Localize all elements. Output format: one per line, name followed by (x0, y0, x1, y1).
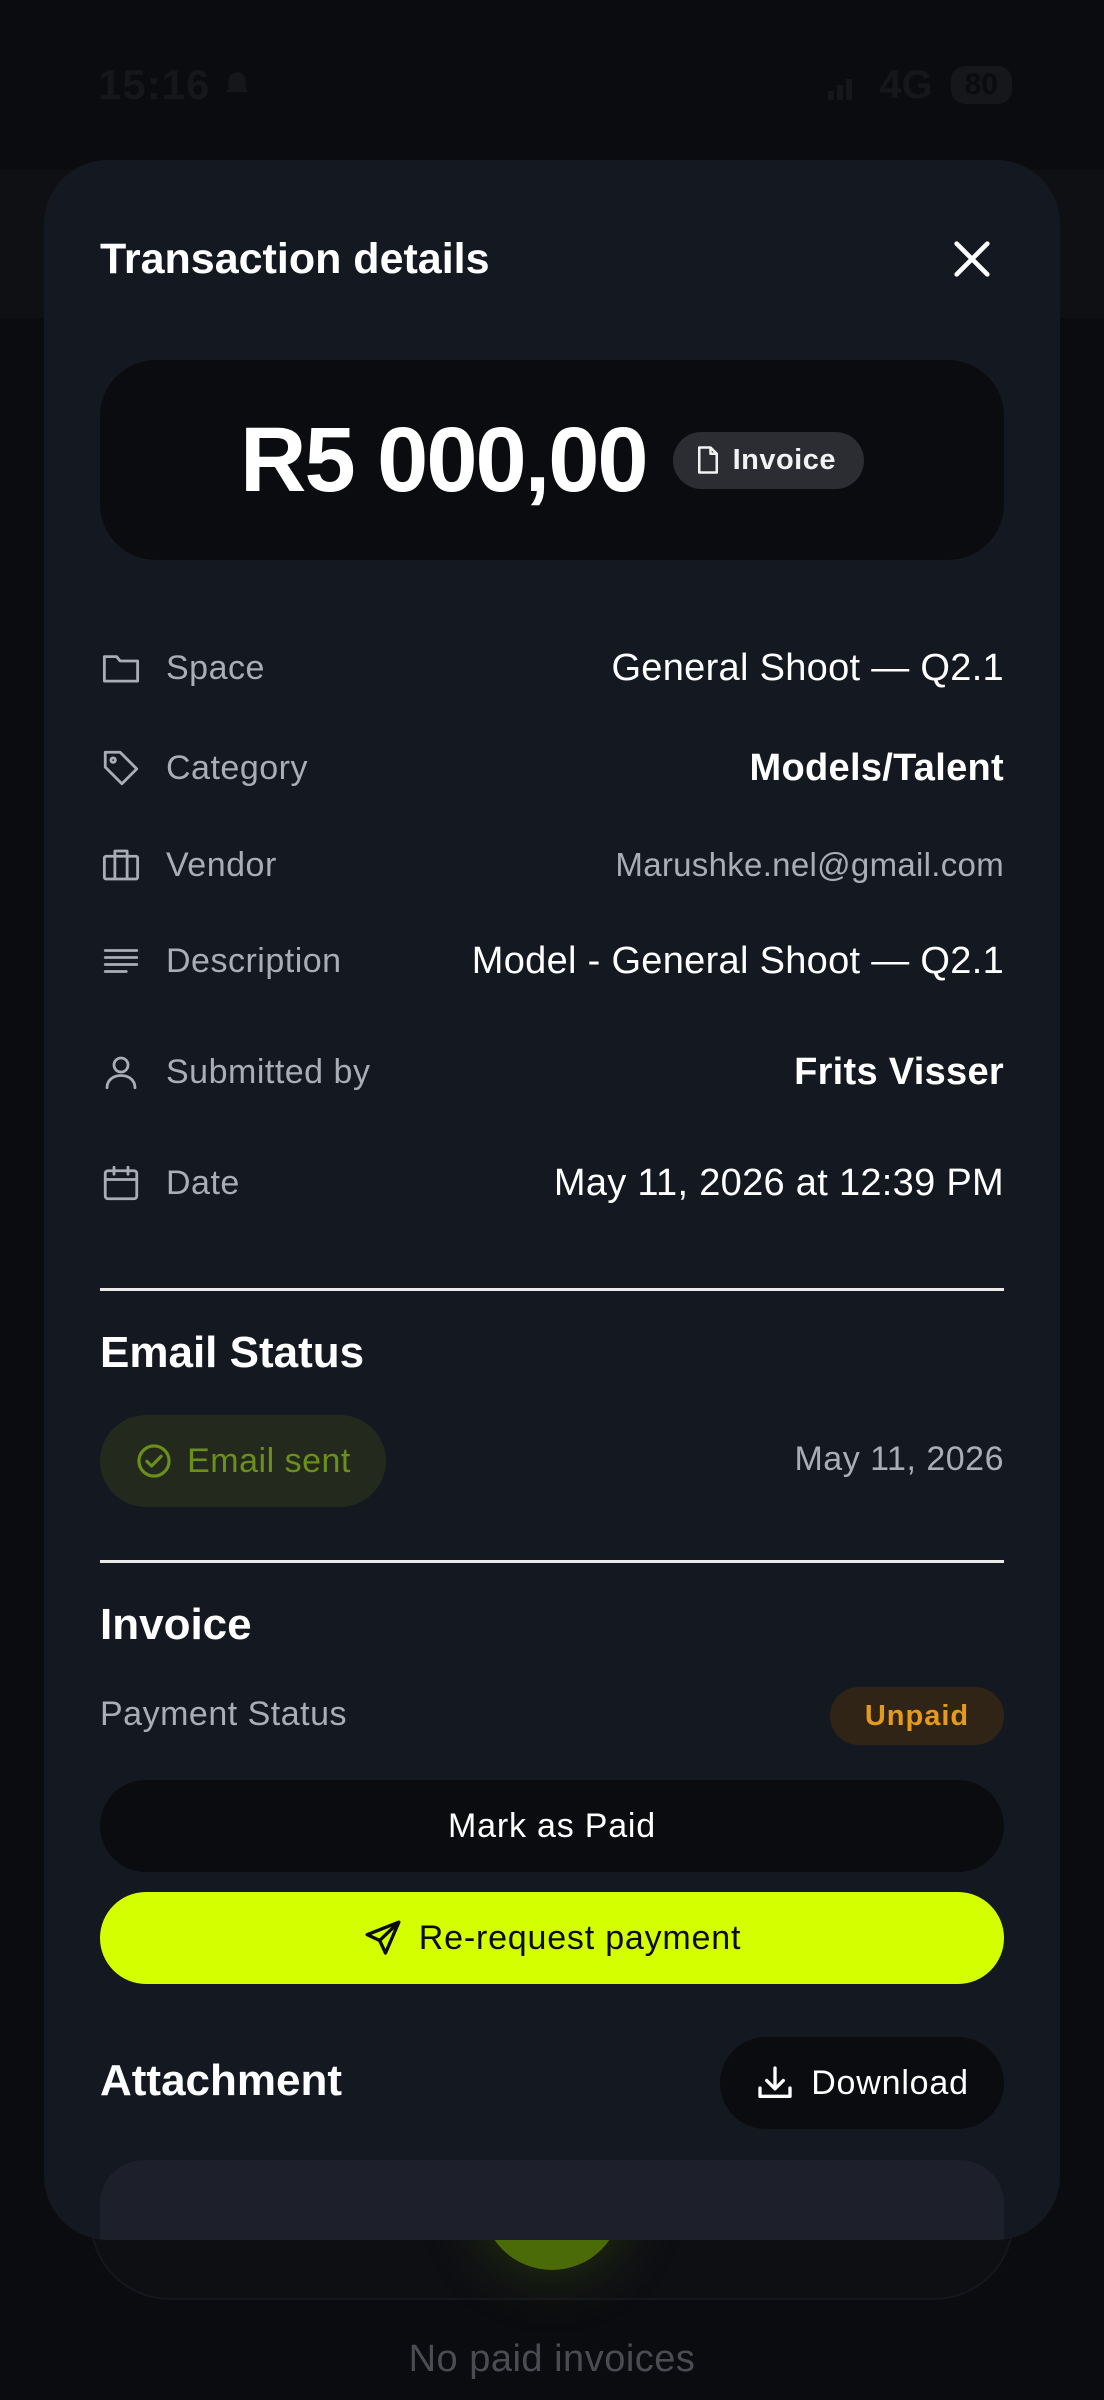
email-sent-date: May 11, 2026 (794, 1440, 1004, 1478)
detail-row-space: Space General Shoot — Q2.1 (100, 638, 1004, 698)
divider (100, 1560, 1004, 1563)
folder-icon (102, 655, 140, 683)
sheet-title: Transaction details (100, 234, 490, 283)
calendar-icon (103, 1165, 139, 1201)
detail-label-date: Date (100, 1162, 240, 1204)
download-button[interactable]: Download (720, 2037, 1004, 2129)
attachment-preview[interactable] (100, 2160, 1004, 2240)
download-icon (758, 2066, 792, 2098)
invoice-title: Invoice (100, 1600, 252, 1649)
detail-value-vendor: Marushke.nel@gmail.com (615, 846, 1004, 883)
detail-row-vendor: Vendor Marushke.nel@gmail.com (100, 835, 1004, 895)
detail-label-text: Description (166, 941, 342, 980)
email-sent-label: Email sent (187, 1441, 351, 1480)
transaction-type-label: Invoice (732, 443, 836, 476)
status-time: 15:16 (98, 61, 254, 109)
detail-label-text: Submitted by (166, 1052, 371, 1091)
document-icon (697, 446, 718, 474)
detail-row-description: Description Model - General Shoot — Q2.1 (100, 931, 1004, 991)
detail-row-date: Date May 11, 2026 at 12:39 PM (100, 1153, 1004, 1213)
user-icon (105, 1056, 137, 1090)
empty-state-message: No paid invoices (408, 2338, 696, 2380)
send-icon (365, 1920, 401, 1955)
status-time-label: 15:16 (98, 61, 211, 108)
detail-label-submitted-by: Submitted by (100, 1051, 370, 1093)
detail-label-category: Category (100, 747, 308, 789)
detail-value-date: May 11, 2026 at 12:39 PM (553, 1161, 1004, 1204)
re-request-payment-button[interactable]: Re-request payment (100, 1892, 1004, 1984)
amount-card: R5 000,00 Invoice (100, 360, 1004, 560)
detail-label-text: Category (166, 748, 308, 787)
detail-row-submitted-by: Submitted by Frits Visser (100, 1042, 1004, 1102)
bell-off-icon (226, 72, 249, 93)
detail-label-description: Description (100, 940, 342, 982)
detail-label-text: Date (166, 1163, 240, 1202)
detail-label-space: Space (100, 647, 265, 689)
detail-label-vendor: Vendor (100, 844, 277, 886)
close-icon (954, 241, 990, 277)
detail-value-description: Model - General Shoot — Q2.1 (471, 939, 1004, 982)
detail-value-submitted-by: Frits Visser (794, 1050, 1004, 1093)
transaction-details-sheet: Transaction details R5 000,00 Invoice Sp… (44, 160, 1060, 2240)
payment-status-label: Payment Status (100, 1695, 348, 1733)
download-label: Download (811, 2063, 969, 2102)
detail-value-space: General Shoot — Q2.1 (611, 646, 1004, 689)
detail-value-category: Models/Talent (749, 746, 1004, 789)
sheet-header: Transaction details (100, 222, 1004, 296)
close-button[interactable] (940, 227, 1004, 291)
signal-icon (828, 79, 853, 100)
email-sent-badge: Email sent (100, 1415, 386, 1507)
briefcase-icon (102, 849, 140, 881)
transaction-amount: R5 000,00 (240, 408, 649, 511)
re-request-payment-label: Re-request payment (418, 1918, 742, 1957)
battery-indicator: 80 (950, 66, 1012, 104)
detail-row-category: Category Models/Talent (100, 738, 1004, 798)
tag-icon (103, 750, 139, 786)
check-circle-icon (137, 1444, 171, 1478)
text-lines-icon (103, 949, 139, 973)
divider (100, 1288, 1004, 1291)
payment-status-badge: Unpaid (830, 1687, 1004, 1745)
attachment-title: Attachment (100, 2056, 343, 2105)
detail-label-text: Space (166, 648, 265, 687)
transaction-type-badge: Invoice (672, 431, 864, 489)
network-label: 4G (879, 62, 933, 107)
mark-as-paid-button[interactable]: Mark as Paid (100, 1780, 1004, 1872)
detail-label-text: Vendor (166, 845, 277, 884)
status-indicators: 4G 80 (825, 63, 1012, 108)
status-bar: 15:16 4G 80 (0, 0, 1104, 170)
email-status-title: Email Status (100, 1328, 365, 1377)
